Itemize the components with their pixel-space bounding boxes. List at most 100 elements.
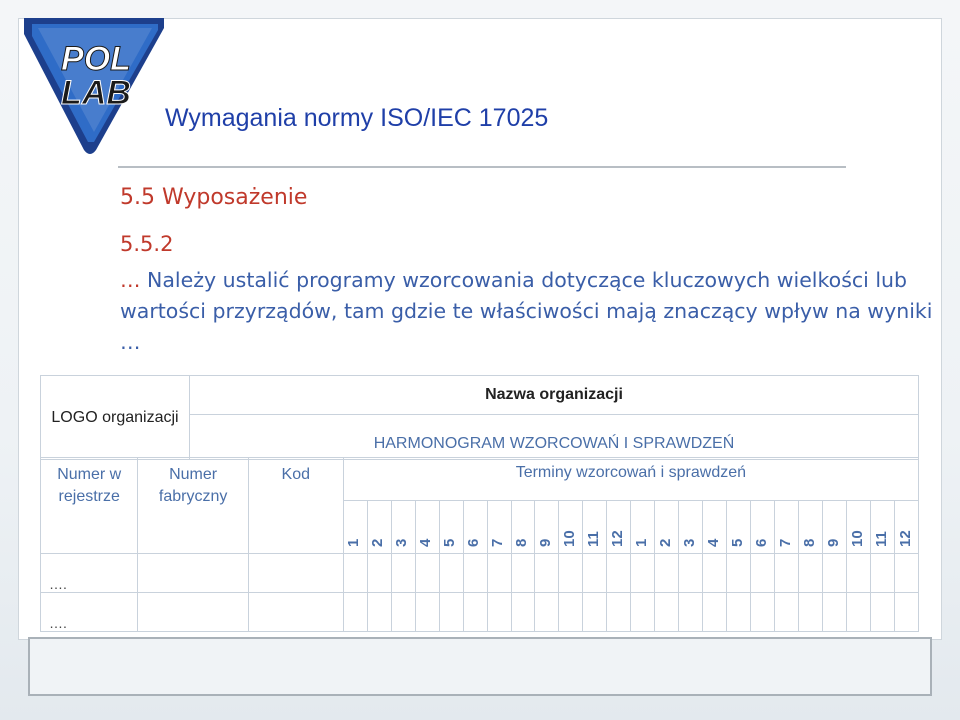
empty-cell (414, 592, 440, 632)
month-label: 1 (345, 538, 363, 547)
month-cell: 9 (534, 500, 560, 554)
empty-cell (486, 553, 512, 593)
month-cell: 7 (774, 500, 800, 554)
month-label: 1 (632, 538, 650, 547)
month-cell: 1 (630, 500, 656, 554)
section-subtitle: 5.5 Wyposażenie (120, 185, 308, 210)
empty-cell (342, 592, 368, 632)
empty-cell (654, 553, 680, 593)
svg-text:POL: POL (61, 40, 131, 78)
month-cell: 10 (558, 500, 584, 554)
month-cell: 3 (678, 500, 704, 554)
month-cell: 3 (390, 500, 416, 554)
empty-cell (654, 592, 680, 632)
empty-cell (366, 553, 392, 593)
month-cell: 7 (486, 500, 512, 554)
empty-cell (534, 592, 560, 632)
empty-cell (438, 553, 464, 593)
empty-cell (822, 592, 848, 632)
form-header-table: LOGO organizacji Nazwa organizacji HARMO… (40, 375, 919, 460)
schedule-table: Numer w rejestrze Numer fabryczny Kod Te… (39, 457, 920, 632)
empty-cell (486, 592, 512, 632)
table-row: …. (39, 553, 919, 593)
empty-cell (846, 553, 872, 593)
empty-cell (558, 592, 584, 632)
month-label: 3 (680, 538, 698, 547)
month-cell: 12 (606, 500, 632, 554)
title-divider (118, 166, 846, 168)
month-cell: 8 (510, 500, 536, 554)
section-number: 5.5.2 (120, 232, 174, 256)
month-label: 2 (369, 538, 387, 547)
month-label: 4 (417, 538, 435, 547)
month-label: 7 (776, 538, 794, 547)
empty-cell (510, 592, 536, 632)
empty-cell (798, 553, 824, 593)
empty-cell (798, 592, 824, 632)
empty-cell (822, 553, 848, 593)
month-label: 11 (872, 531, 890, 547)
empty-cell (414, 553, 440, 593)
empty-cell (438, 592, 464, 632)
month-label: 9 (824, 538, 842, 547)
month-label: 7 (489, 538, 507, 547)
org-name-cell: Nazwa organizacji (189, 375, 919, 415)
month-cell: 6 (462, 500, 488, 554)
ellipsis-lead: … (120, 268, 148, 292)
empty-cell (774, 592, 800, 632)
footer-bar (28, 637, 932, 696)
reg-cell: …. (39, 553, 139, 593)
empty-cell (750, 553, 776, 593)
month-label: 8 (513, 538, 530, 547)
month-label: 6 (465, 538, 483, 547)
month-label: 5 (441, 538, 459, 547)
month-cell: 4 (702, 500, 728, 554)
empty-cell (534, 553, 560, 593)
slide: POL LAB Wymagania normy ISO/IEC 17025 5.… (0, 0, 960, 720)
logo-cell: LOGO organizacji (40, 375, 190, 460)
empty-cell (390, 592, 416, 632)
empty-cell (630, 592, 656, 632)
svg-text:LAB: LAB (61, 74, 131, 112)
empty-cell (606, 592, 632, 632)
month-label: 12 (896, 530, 914, 547)
month-cell: 6 (750, 500, 776, 554)
month-cell: 8 (798, 500, 824, 554)
month-label: 11 (584, 531, 602, 547)
empty-cell (247, 592, 344, 632)
col-serial-number: Numer fabryczny (137, 457, 249, 554)
table-row: …. (39, 592, 919, 632)
empty-cell (462, 553, 488, 593)
empty-cell (390, 553, 416, 593)
empty-cell (558, 553, 584, 593)
empty-cell (750, 592, 776, 632)
empty-cell (366, 592, 392, 632)
month-label: 10 (560, 530, 578, 547)
month-label: 9 (536, 538, 554, 547)
empty-cell (726, 592, 752, 632)
month-cell: 10 (846, 500, 872, 554)
empty-cell (894, 553, 919, 593)
month-label: 2 (656, 538, 674, 547)
empty-cell (247, 553, 344, 593)
empty-cell (630, 553, 656, 593)
empty-cell (342, 553, 368, 593)
empty-cell (774, 553, 800, 593)
month-cell: 2 (654, 500, 680, 554)
month-label: 12 (608, 530, 626, 547)
page-title: Wymagania normy ISO/IEC 17025 (165, 104, 549, 132)
month-label: 3 (393, 538, 411, 547)
requirement-text: … Należy ustalić programy wzorcowania do… (120, 265, 940, 358)
empty-cell (137, 553, 249, 593)
month-cell: 5 (726, 500, 752, 554)
doc-title-cell: HARMONOGRAM WZORCOWAŃ I SPRAWDZEŃ (189, 414, 919, 460)
empty-cell (870, 592, 896, 632)
col-reg-number: Numer w rejestrze (39, 457, 139, 554)
empty-cell (702, 592, 728, 632)
month-label: 6 (752, 538, 770, 547)
month-label: 5 (728, 538, 746, 547)
empty-cell (606, 553, 632, 593)
month-cell: 12 (894, 500, 919, 554)
empty-cell (678, 553, 704, 593)
month-cell: 9 (822, 500, 848, 554)
